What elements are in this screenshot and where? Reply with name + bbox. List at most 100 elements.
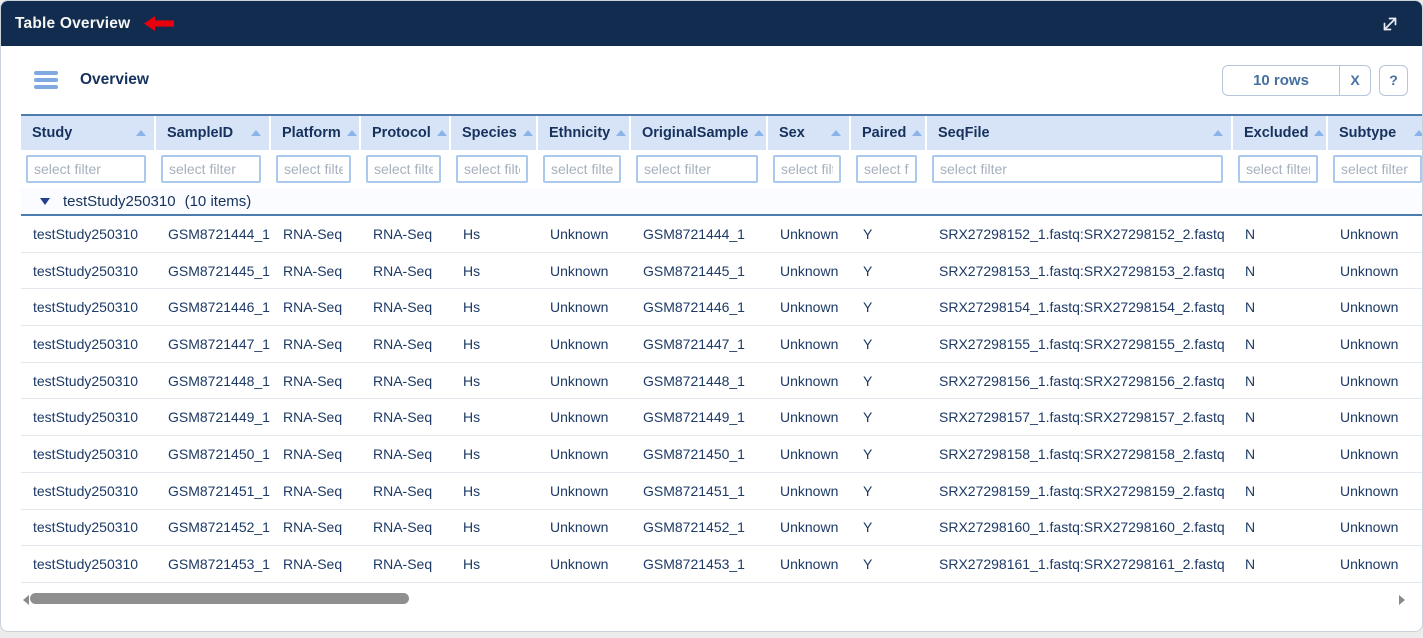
horizontal-scrollbar[interactable] — [1, 586, 1422, 614]
group-count: (10 items) — [185, 193, 252, 210]
cell-study: testStudy250310 — [21, 409, 156, 425]
cell-platform: RNA-Seq — [271, 226, 361, 242]
cell-excluded: N — [1233, 299, 1328, 315]
cell-sampleId: GSM8721453_1 — [156, 556, 271, 572]
table-row[interactable]: testStudy250310GSM8721449_1RNA-SeqRNA-Se… — [21, 399, 1423, 436]
column-label: SampleID — [167, 125, 233, 141]
filter-input-sampleId[interactable] — [161, 155, 261, 183]
group-name: testStudy250310 — [63, 193, 176, 210]
cell-study: testStudy250310 — [21, 373, 156, 389]
table-row[interactable]: testStudy250310GSM8721445_1RNA-SeqRNA-Se… — [21, 253, 1423, 290]
cell-subtype: Unknown — [1328, 556, 1423, 572]
hamburger-icon — [34, 71, 58, 75]
column-label: OriginalSample — [642, 125, 748, 141]
filter-input-species[interactable] — [456, 155, 528, 183]
filter-input-protocol[interactable] — [366, 155, 441, 183]
scroll-right-arrow-icon[interactable] — [1399, 595, 1405, 605]
column-header-ethnicity[interactable]: Ethnicity — [538, 116, 631, 150]
table-row[interactable]: testStudy250310GSM8721446_1RNA-SeqRNA-Se… — [21, 289, 1423, 326]
cell-study: testStudy250310 — [21, 483, 156, 499]
column-header-protocol[interactable]: Protocol — [361, 116, 451, 150]
column-header-seqFile[interactable]: SeqFile — [927, 116, 1233, 150]
cell-sampleId: GSM8721447_1 — [156, 336, 271, 352]
filter-input-originalSample[interactable] — [636, 155, 758, 183]
filter-input-ethnicity[interactable] — [543, 155, 621, 183]
table-row[interactable]: testStudy250310GSM8721444_1RNA-SeqRNA-Se… — [21, 216, 1423, 253]
filter-input-study[interactable] — [26, 155, 146, 183]
column-header-study[interactable]: Study — [21, 116, 156, 150]
filter-input-sex[interactable] — [773, 155, 841, 183]
cell-sex: Unknown — [768, 226, 851, 242]
cell-sampleId: GSM8721450_1 — [156, 446, 271, 462]
sort-ascending-icon — [616, 130, 626, 136]
cell-species: Hs — [451, 263, 538, 279]
table-row[interactable]: testStudy250310GSM8721448_1RNA-SeqRNA-Se… — [21, 363, 1423, 400]
cell-seqFile: SRX27298153_1.fastq:SRX27298153_2.fastq — [927, 263, 1233, 279]
filter-input-subtype[interactable] — [1333, 155, 1422, 183]
filter-input-seqFile[interactable] — [932, 155, 1223, 183]
filter-input-paired[interactable] — [856, 155, 917, 183]
cell-study: testStudy250310 — [21, 263, 156, 279]
group-row[interactable]: testStudy250310 (10 items) — [21, 188, 1423, 216]
cell-seqFile: SRX27298160_1.fastq:SRX27298160_2.fastq — [927, 519, 1233, 535]
cell-species: Hs — [451, 519, 538, 535]
cell-sampleId: GSM8721452_1 — [156, 519, 271, 535]
expand-button[interactable] — [1376, 10, 1404, 38]
cell-ethnicity: Unknown — [538, 336, 631, 352]
cell-sampleId: GSM8721451_1 — [156, 483, 271, 499]
scroll-left-arrow-icon[interactable] — [23, 595, 29, 605]
cell-seqFile: SRX27298158_1.fastq:SRX27298158_2.fastq — [927, 446, 1233, 462]
menu-button[interactable] — [34, 71, 58, 89]
column-header-platform[interactable]: Platform — [271, 116, 361, 150]
sort-ascending-icon — [912, 130, 922, 136]
cell-paired: Y — [851, 373, 927, 389]
filter-input-platform[interactable] — [276, 155, 351, 183]
cell-subtype: Unknown — [1328, 226, 1423, 242]
column-header-paired[interactable]: Paired — [851, 116, 927, 150]
cell-excluded: N — [1233, 446, 1328, 462]
cell-species: Hs — [451, 556, 538, 572]
sort-ascending-icon — [251, 130, 261, 136]
column-header-sampleId[interactable]: SampleID — [156, 116, 271, 150]
cell-originalSample: GSM8721446_1 — [631, 299, 768, 315]
cell-ethnicity: Unknown — [538, 446, 631, 462]
cell-species: Hs — [451, 483, 538, 499]
rows-count-button[interactable]: 10 rows — [1223, 66, 1339, 95]
cell-sex: Unknown — [768, 409, 851, 425]
cell-seqFile: SRX27298155_1.fastq:SRX27298155_2.fastq — [927, 336, 1233, 352]
cell-subtype: Unknown — [1328, 263, 1423, 279]
cell-excluded: N — [1233, 519, 1328, 535]
cell-species: Hs — [451, 409, 538, 425]
cell-protocol: RNA-Seq — [361, 446, 451, 462]
cell-sex: Unknown — [768, 446, 851, 462]
column-header-species[interactable]: Species — [451, 116, 538, 150]
cell-originalSample: GSM8721450_1 — [631, 446, 768, 462]
column-header-originalSample[interactable]: OriginalSample — [631, 116, 768, 150]
help-button[interactable]: ? — [1379, 65, 1408, 96]
cell-sampleId: GSM8721445_1 — [156, 263, 271, 279]
clear-button[interactable]: X — [1339, 66, 1370, 95]
cell-subtype: Unknown — [1328, 409, 1423, 425]
cell-sex: Unknown — [768, 373, 851, 389]
filter-input-excluded[interactable] — [1238, 155, 1318, 183]
column-header-sex[interactable]: Sex — [768, 116, 851, 150]
cell-platform: RNA-Seq — [271, 483, 361, 499]
table-row[interactable]: testStudy250310GSM8721452_1RNA-SeqRNA-Se… — [21, 510, 1423, 547]
cell-subtype: Unknown — [1328, 483, 1423, 499]
filter-cell-excluded — [1233, 155, 1328, 183]
cell-paired: Y — [851, 409, 927, 425]
table-row[interactable]: testStudy250310GSM8721451_1RNA-SeqRNA-Se… — [21, 473, 1423, 510]
column-header-subtype[interactable]: Subtype — [1328, 116, 1423, 150]
column-header-excluded[interactable]: Excluded — [1233, 116, 1328, 150]
table-row[interactable]: testStudy250310GSM8721447_1RNA-SeqRNA-Se… — [21, 326, 1423, 363]
cell-sampleId: GSM8721449_1 — [156, 409, 271, 425]
cell-seqFile: SRX27298152_1.fastq:SRX27298152_2.fastq — [927, 226, 1233, 242]
cell-seqFile: SRX27298159_1.fastq:SRX27298159_2.fastq — [927, 483, 1233, 499]
scrollbar-thumb[interactable] — [30, 593, 409, 604]
cell-ethnicity: Unknown — [538, 226, 631, 242]
cell-seqFile: SRX27298161_1.fastq:SRX27298161_2.fastq — [927, 556, 1233, 572]
table-row[interactable]: testStudy250310GSM8721453_1RNA-SeqRNA-Se… — [21, 546, 1423, 583]
table-row[interactable]: testStudy250310GSM8721450_1RNA-SeqRNA-Se… — [21, 436, 1423, 473]
filter-cell-paired — [851, 155, 927, 183]
cell-sampleId: GSM8721444_1 — [156, 226, 271, 242]
